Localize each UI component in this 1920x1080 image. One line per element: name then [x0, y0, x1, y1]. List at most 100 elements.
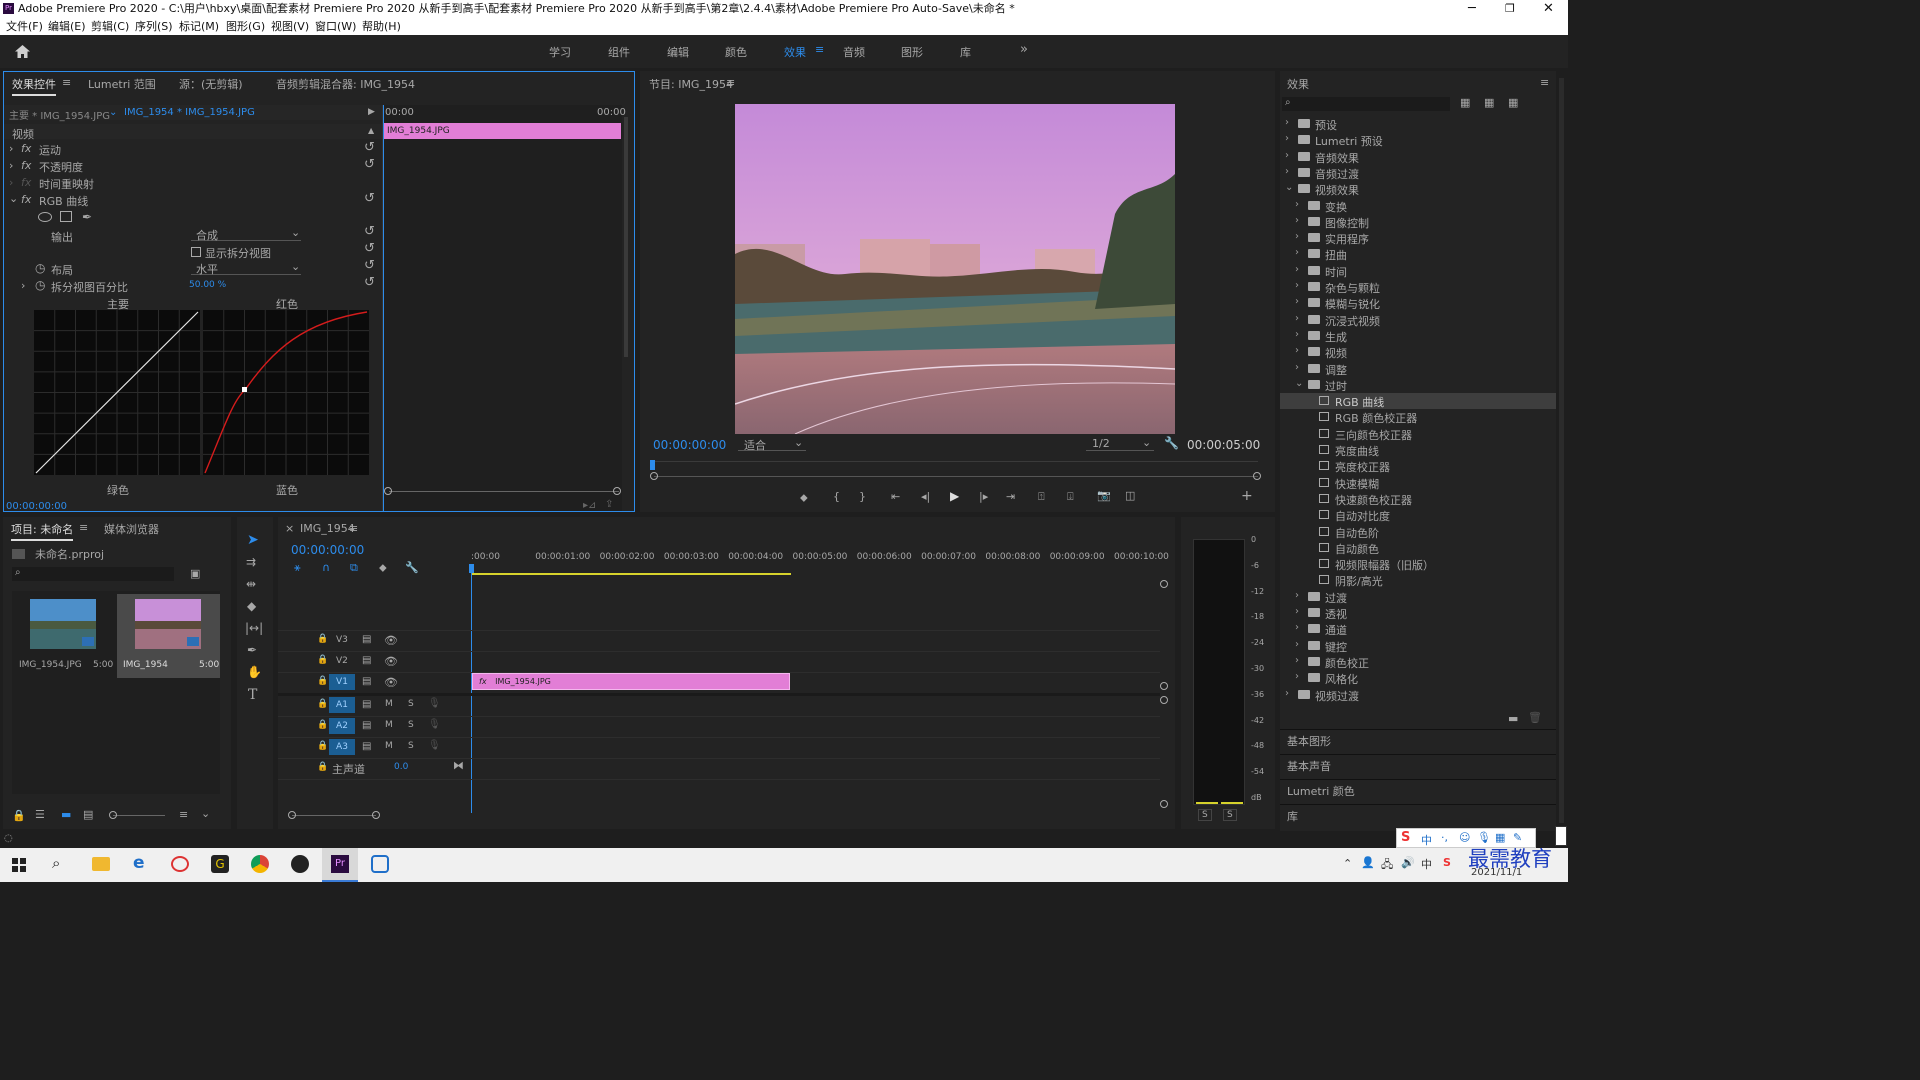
panel-essential-sound[interactable]: 基本声音 — [1287, 758, 1331, 774]
program-playhead[interactable] — [650, 460, 655, 470]
scroll-handle-left[interactable] — [384, 487, 392, 495]
file-explorer-icon[interactable] — [92, 857, 110, 871]
effects-search-input[interactable]: ⌕ — [1282, 97, 1450, 111]
effects-tree-item[interactable]: › 图像控制 — [1280, 214, 1556, 230]
menu-marker[interactable]: 标记(M) — [179, 18, 219, 35]
workspace-color[interactable]: 颜色 — [725, 44, 747, 60]
effects-tree-item[interactable]: › 通道 — [1280, 621, 1556, 637]
scroll-handle-top[interactable] — [1160, 580, 1168, 588]
mute-button[interactable]: M — [385, 720, 393, 730]
maximize-button[interactable]: ❐ — [1505, 0, 1515, 18]
sync-lock-icon[interactable]: ▤ — [362, 655, 371, 666]
app-icon[interactable] — [291, 855, 309, 873]
timeline-ruler[interactable]: :00:00 00:00:01:00 00:00:02:00 00:00:03:00 0… — [471, 552, 1169, 568]
network-icon[interactable]: 🖧 — [1381, 856, 1393, 875]
sync-lock-icon[interactable]: ▤ — [362, 699, 371, 710]
add-button-icon[interactable]: + — [1241, 488, 1253, 504]
mark-out-icon[interactable]: } — [859, 490, 866, 503]
eye-icon[interactable]: 👁 — [384, 676, 398, 689]
scroll-handle-right[interactable] — [372, 811, 380, 819]
lock-icon[interactable]: 🔒 — [317, 634, 328, 644]
effects-tree-item[interactable]: › 沉浸式视频 — [1280, 312, 1556, 328]
scroll-handle-right[interactable] — [613, 487, 621, 495]
selection-tool-icon[interactable]: ➤ — [247, 532, 259, 548]
expand-icon[interactable]: › — [9, 176, 13, 189]
solo-left-button[interactable]: S — [1198, 809, 1212, 821]
effects-tree-item[interactable]: 视频限幅器（旧版） — [1280, 556, 1556, 572]
freeform-view-icon[interactable]: ▤ — [83, 808, 93, 821]
sequence-clip-label[interactable]: IMG_1954 * IMG_1954.JPG — [124, 107, 255, 118]
master-clip-label[interactable]: 主要 * IMG_1954.JPG — [9, 107, 110, 122]
expand-icon[interactable]: › — [9, 159, 13, 172]
eye-icon[interactable]: 👁 — [384, 655, 398, 668]
lock-icon[interactable]: 🔒 — [12, 809, 26, 822]
effects-tree-item[interactable]: › 生成 — [1280, 328, 1556, 344]
effects-tree-item[interactable]: › 音频效果 — [1280, 149, 1556, 165]
expand-icon[interactable]: › — [1295, 639, 1299, 650]
app-g-icon[interactable]: G — [211, 855, 229, 873]
microphone-icon[interactable]: 🎙 — [428, 740, 441, 751]
tab-lumetri-scopes[interactable]: Lumetri 范围 — [88, 76, 156, 92]
compare-view-icon[interactable]: ◫ — [1125, 489, 1135, 502]
reset-icon[interactable]: ↺ — [364, 140, 375, 155]
effects-tree-item[interactable]: 自动颜色 — [1280, 540, 1556, 556]
timeline-clip[interactable]: fx IMG_1954.JPG — [472, 673, 790, 690]
expand-icon[interactable]: › — [1295, 622, 1299, 633]
expand-icon[interactable]: › — [1285, 688, 1289, 699]
effects-tree-item[interactable]: 亮度校正器 — [1280, 458, 1556, 474]
lock-icon[interactable]: 🔒 — [317, 699, 328, 709]
effects-tree-item[interactable]: › 透视 — [1280, 605, 1556, 621]
expand-icon[interactable]: › — [1295, 313, 1299, 324]
play-clip-icon[interactable]: ▶ — [368, 107, 375, 117]
collapse-icon[interactable]: ▲ — [368, 126, 374, 135]
tab-sequence[interactable]: IMG_1954 — [300, 522, 355, 535]
collapse-icon[interactable]: ⌄ — [1295, 378, 1303, 389]
chevron-down-icon[interactable]: ⌄ — [109, 107, 117, 118]
more-workspaces-icon[interactable]: » — [1020, 42, 1028, 57]
scroll-handle-left[interactable] — [650, 472, 658, 480]
scrollbar[interactable] — [624, 117, 628, 357]
expand-icon[interactable]: › — [1295, 671, 1299, 682]
windows-start-icon[interactable] — [12, 858, 26, 872]
expand-icon[interactable]: › — [1295, 329, 1299, 340]
lock-icon[interactable]: 🔒 — [317, 762, 328, 772]
playhead[interactable] — [383, 105, 384, 511]
tab-project[interactable]: 项目: 未命名 — [11, 521, 74, 541]
effects-tree-item[interactable]: › 变换 — [1280, 198, 1556, 214]
collapse-chevron-icon[interactable]: ⌄ — [9, 192, 18, 205]
track-label[interactable]: V2 — [336, 656, 348, 666]
new-search-bin-icon[interactable]: ▣ — [190, 567, 200, 580]
menu-file[interactable]: 文件(F) — [6, 18, 43, 35]
expand-icon[interactable]: › — [1295, 231, 1299, 242]
ripple-edit-tool-icon[interactable]: ⇹ — [246, 577, 256, 591]
effects-tree-item[interactable]: › 预设 — [1280, 116, 1556, 132]
pen-tool-icon[interactable]: ✒ — [247, 643, 257, 657]
effects-tree-item[interactable]: RGB 曲线 — [1280, 393, 1556, 410]
menu-help[interactable]: 帮助(H) — [362, 18, 401, 35]
collapse-icon[interactable]: ⌄ — [1285, 182, 1293, 193]
menu-view[interactable]: 视图(V) — [271, 18, 309, 35]
close-button[interactable]: ✕ — [1543, 0, 1554, 18]
expand-icon[interactable]: › — [1295, 199, 1299, 210]
mute-button[interactable]: M — [385, 699, 393, 709]
scroll-handle-bottom[interactable] — [1160, 800, 1168, 808]
track-label[interactable]: V1 — [329, 674, 355, 690]
sort-icon[interactable]: ≡ — [179, 808, 188, 821]
effects-tree-item[interactable]: RGB 颜色校正器 — [1280, 409, 1556, 425]
sync-lock-icon[interactable]: ▤ — [362, 634, 371, 645]
go-to-out-icon[interactable]: ⇥ — [1006, 490, 1015, 503]
search-icon[interactable]: ⌕ — [52, 854, 60, 872]
sogou-tray-icon[interactable]: S — [1443, 856, 1451, 869]
expand-icon[interactable]: › — [1285, 166, 1289, 177]
timeline-zoom-scrollbar[interactable] — [292, 815, 376, 816]
expand-icon[interactable]: › — [1295, 215, 1299, 226]
effects-tree-item[interactable]: › 视频 — [1280, 344, 1556, 360]
reset-icon[interactable]: ↺ — [364, 258, 375, 273]
project-item[interactable]: IMG_1954 5:00 — [117, 594, 220, 678]
add-marker-icon[interactable]: ⬥ — [379, 561, 387, 575]
stopwatch-icon[interactable]: ◷ — [35, 278, 45, 292]
trash-icon[interactable]: 🗑 — [1528, 711, 1542, 724]
reset-icon[interactable]: ↺ — [364, 191, 375, 206]
track-select-tool-icon[interactable]: ⇉ — [246, 555, 256, 569]
scroll-handle-bottom[interactable] — [1160, 682, 1168, 690]
